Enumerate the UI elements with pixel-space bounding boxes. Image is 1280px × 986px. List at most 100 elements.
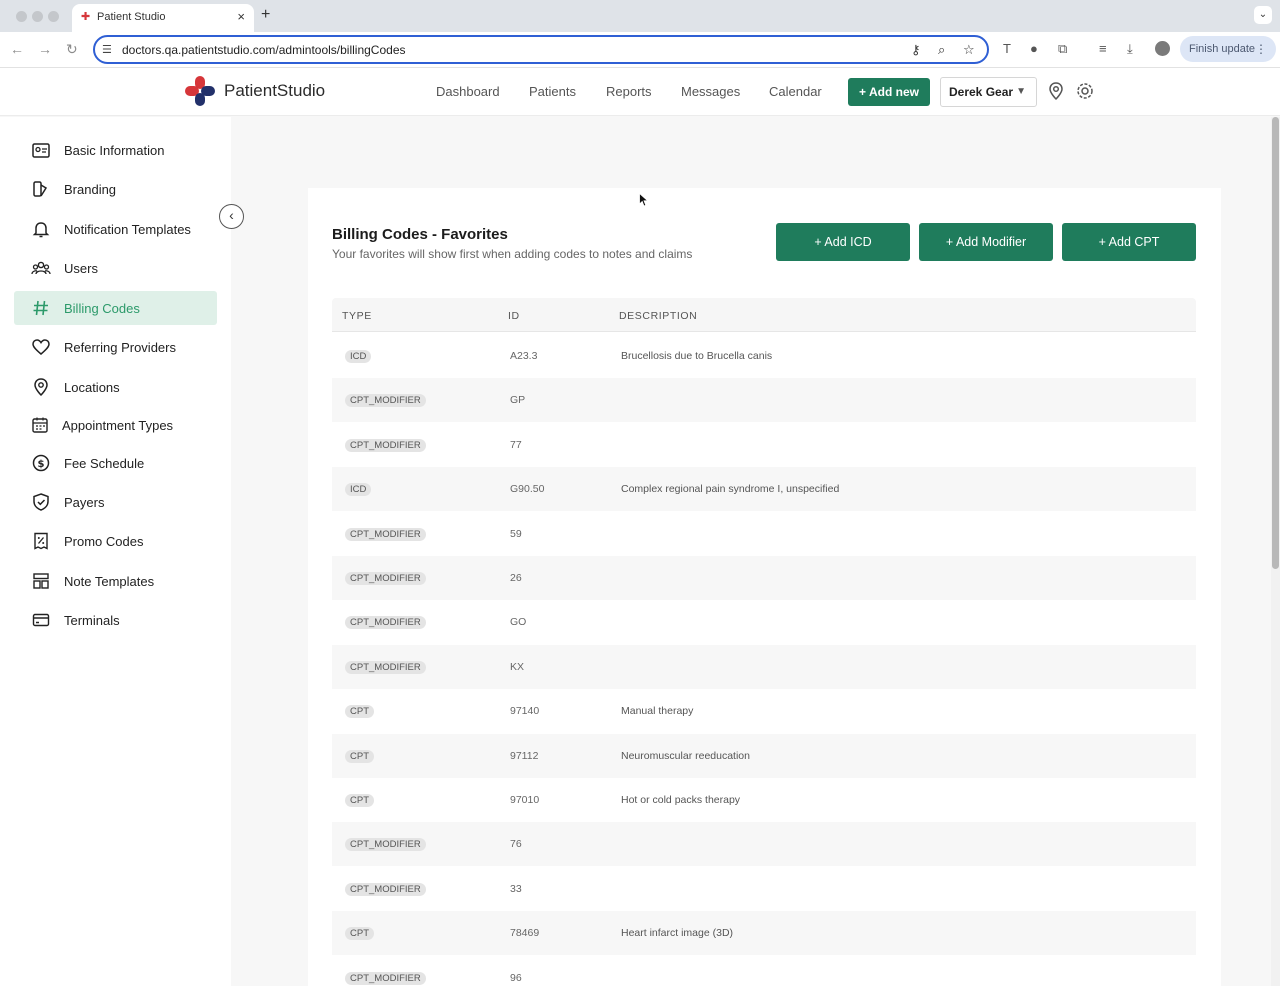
app-header: PatientStudio Dashboard Patients Reports… [0,68,1280,116]
user-name: Derek Gear [949,85,1014,99]
address-bar[interactable]: ☰ doctors.qa.patientstudio.com/admintool… [93,35,989,64]
nav-reports[interactable]: Reports [606,84,652,99]
calendar-icon [32,417,48,433]
page-title: Billing Codes - Favorites [332,226,508,243]
template-icon [33,573,49,589]
nav-messages[interactable]: Messages [681,84,740,99]
sidebar-item-label: Locations [64,380,120,395]
add-icd-button[interactable]: + Add ICD [776,223,910,261]
extensions-icon[interactable]: ⧉ [1058,41,1067,57]
download-icon[interactable]: ⤓ [1127,41,1133,57]
favicon-icon: ✚ [81,11,91,23]
table-row[interactable]: ICD G90.50 Complex regional pain syndrome … [332,467,1196,512]
sidebar-item-users[interactable]: Users [14,251,217,285]
location-pin-icon[interactable] [1046,81,1066,101]
sidebar-item-appointment-types[interactable]: Appointment Types [14,408,217,442]
add-modifier-button[interactable]: + Add Modifier [919,223,1053,261]
bell-icon [32,222,50,238]
nav-dashboard[interactable]: Dashboard [436,84,500,99]
table-row[interactable]: CPT_MODIFIER 26 [332,556,1196,600]
table-row[interactable]: CPT_MODIFIER 59 [332,512,1196,556]
type-badge: CPT [345,927,374,941]
scrollbar-thumb[interactable] [1272,117,1279,569]
sidebar-item-note-templates[interactable]: Note Templates [14,564,217,598]
sidebar-item-branding[interactable]: Branding [14,172,217,206]
gear-icon[interactable] [1075,81,1095,101]
browser-tab[interactable]: ✚ Patient Studio × [72,4,254,32]
table-row[interactable]: CPT 97112 Neuromuscular reeducation [332,733,1196,778]
sidebar-item-fee-schedule[interactable]: $ Fee Schedule [14,446,217,480]
table-row[interactable]: ICD A23.3 Brucellosis due to Brucella cani… [332,334,1196,378]
tab-search-icon[interactable]: ⌄ [1254,6,1272,24]
table-row[interactable]: CPT_MODIFIER 33 [332,867,1196,911]
code-id: 77 [510,438,522,451]
table-row[interactable]: CPT_MODIFIER KX [332,644,1196,689]
url-text[interactable]: doctors.qa.patientstudio.com/admintools/… [122,43,406,57]
sidebar-item-label: Billing Codes [64,301,140,316]
tab-strip: ✚ Patient Studio × + ⌄ [0,0,1280,32]
sidebar-item-label: Notification Templates [64,222,191,237]
table-row[interactable]: CPT 78469 Heart infarct image (3D) [332,911,1196,956]
reload-icon[interactable]: ↻ [66,41,78,58]
type-badge: CPT_MODIFIER [345,882,426,896]
table-row[interactable]: CPT_MODIFIER GP [332,378,1196,423]
code-description: Heart infarct image (3D) [621,927,734,940]
table-row[interactable]: CPT_MODIFIER GO [332,600,1196,644]
add-new-button[interactable]: + Add new [848,78,930,106]
back-icon[interactable]: ← [10,41,24,57]
more-menu-icon[interactable]: ⋮ [1255,36,1267,62]
code-id: 26 [510,572,522,584]
patientstudio-logo[interactable] [184,75,216,107]
sidebar-item-billing-codes[interactable]: Billing Codes [14,291,217,325]
nav-calendar[interactable]: Calendar [769,84,822,99]
sidebar-item-basic-information[interactable]: Basic Information [14,133,217,167]
site-settings-icon[interactable]: ☰ [102,43,112,56]
table-row[interactable]: CPT_MODIFIER 96 [332,956,1196,986]
profile-avatar[interactable] [1155,41,1170,56]
table-row[interactable]: CPT_MODIFIER 77 [332,423,1196,467]
window-minimize-dot[interactable] [32,11,43,22]
window-close-dot[interactable] [16,11,27,22]
card-terminal-icon [32,613,50,627]
add-cpt-button[interactable]: + Add CPT [1062,223,1196,261]
code-id: GP [510,394,526,407]
sidebar-item-locations[interactable]: Locations [14,370,217,404]
brand-name[interactable]: PatientStudio [224,81,325,101]
page-subtitle: Your favorites will show first when addi… [332,247,693,261]
nav-patients[interactable]: Patients [529,84,576,99]
type-badge: ICD [345,483,372,497]
mouse-cursor-icon [639,193,649,207]
settings-sidebar: Basic Information Branding Notification … [0,117,231,986]
sidebar-item-payers[interactable]: Payers [14,485,217,519]
table-row[interactable]: CPT 97140 Manual therapy [332,689,1196,733]
new-tab-icon[interactable]: + [261,6,270,24]
password-key-icon[interactable]: ⚷ [911,42,921,58]
code-id: 97010 [510,794,540,806]
bookmark-star-icon[interactable]: ☆ [963,42,975,58]
window-maximize-dot[interactable] [48,11,59,22]
zoom-icon[interactable]: ⌕ [938,42,945,58]
finish-update-button[interactable]: Finish update ⋮ [1180,36,1276,62]
shield-icon [33,493,49,511]
microphone-icon[interactable]: ● [1030,41,1038,56]
collapse-sidebar-button[interactable]: ‹ [219,204,244,229]
sidebar-item-terminals[interactable]: Terminals [14,603,217,637]
type-badge: ICD [345,350,372,363]
sidebar-item-referring-providers[interactable]: Referring Providers [14,330,217,364]
sidebar-item-notification-templates[interactable]: Notification Templates [14,212,217,246]
type-badge: CPT_MODIFIER [345,616,426,630]
code-id: 59 [510,527,522,540]
type-badge: CPT [345,705,374,719]
reading-list-icon[interactable]: ≡ [1099,41,1107,56]
code-description: Hot or cold packs therapy [621,794,741,806]
code-id: KX [510,660,525,673]
text-tool-icon[interactable]: T [1003,41,1011,56]
users-icon [31,261,51,275]
sidebar-item-promo-codes[interactable]: Promo Codes [14,524,217,558]
forward-icon[interactable]: → [38,41,52,57]
close-tab-icon[interactable]: × [237,9,245,24]
table-row[interactable]: CPT_MODIFIER 76 [332,822,1196,867]
user-select[interactable]: Derek Gear ▼ [940,77,1037,107]
table-row[interactable]: CPT 97010 Hot or cold packs therapy [332,778,1196,822]
page-scrollbar[interactable] [1271,117,1280,986]
